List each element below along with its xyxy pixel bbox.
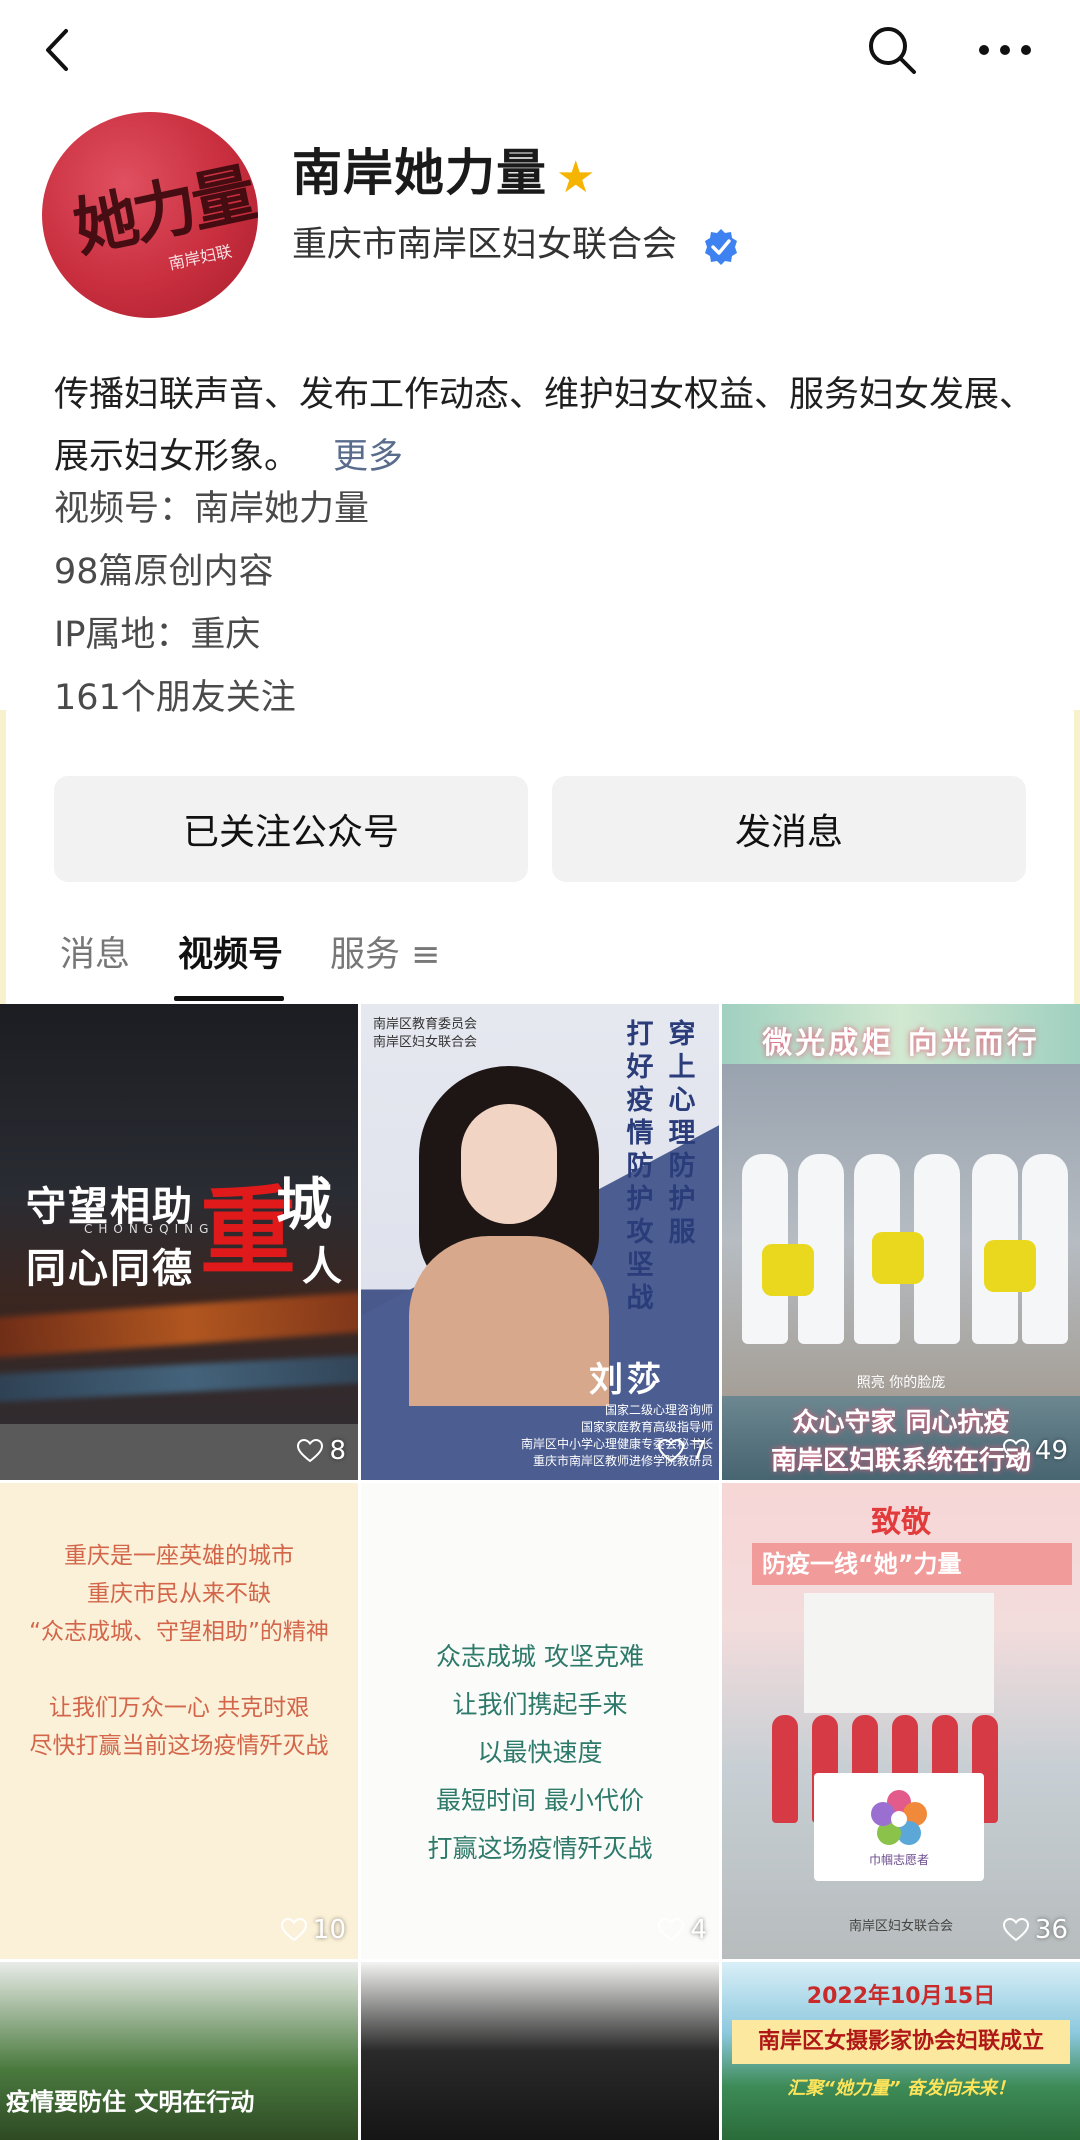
- like-count-value: 4: [690, 1915, 707, 1945]
- like-count: 8: [297, 1436, 346, 1466]
- video-thumbnail[interactable]: 致敬 防疫一线“她”力量 巾帼志愿者 南岸区妇女联合会 36: [722, 1483, 1080, 1959]
- search-icon[interactable]: [862, 20, 922, 80]
- star-icon[interactable]: ★: [556, 156, 600, 200]
- thumbnail-text: 汇聚“她力量” 奋发向未来！: [787, 2078, 1015, 2099]
- thumbnail-text: 穿上心理防护服: [668, 1019, 696, 1248]
- thumbnail-text: 众心守家 同心抗疫: [792, 1408, 1010, 1438]
- thumbnail-text: 重庆是一座英雄的城市 重庆市民从来不缺 “众志成城、守望相助”的精神 让我们万众…: [29, 1543, 329, 1759]
- tab-services[interactable]: 服务 ≡: [330, 938, 440, 973]
- thumbnail-text: 刘莎: [589, 1360, 665, 1400]
- like-count-value: 36: [1034, 1915, 1068, 1945]
- thumbnail-text: 致敬: [871, 1505, 931, 1540]
- back-icon[interactable]: [32, 22, 82, 78]
- top-bar: [0, 0, 1080, 100]
- figure-volunteer: [772, 1715, 798, 1823]
- thumbnail-text: 南岸区教育委员会 南岸区妇女联合会: [373, 1017, 478, 1050]
- more-options-icon[interactable]: [970, 20, 1040, 80]
- content-tabs: 消息 视频号 服务 ≡: [0, 938, 1080, 1004]
- video-thumbnail[interactable]: 2022年10月15日 南岸区女摄影家协会妇联成立 汇聚“她力量” 奋发向未来！: [722, 1962, 1080, 2140]
- heart-icon: [297, 1439, 324, 1463]
- thumbnail-text: 微光成炬 向光而行: [762, 1026, 1040, 1061]
- video-thumbnail[interactable]: 微光成炬 向光而行 照亮 你的脸庞 众心守家 同心抗疫 南岸区妇联系统在行动 4…: [722, 1004, 1080, 1480]
- thumbnail-text: 照亮 你的脸庞: [856, 1375, 946, 1391]
- active-tab-indicator: [174, 996, 284, 1001]
- thumbnail-light-trail: [0, 1353, 358, 1403]
- thumbnail-light-trail: [0, 1289, 358, 1359]
- video-thumbnail[interactable]: 众志成城 攻坚克难 让我们携起手来 以最快速度 最短时间 最小代价 打赢这场疫情…: [361, 1483, 719, 1959]
- ip-location: IP属地：重庆: [54, 615, 261, 655]
- bio-more-link[interactable]: 更多: [333, 437, 403, 477]
- verified-badge-icon: [702, 228, 740, 266]
- figure-bag: [762, 1244, 814, 1296]
- like-count-value: 8: [329, 1436, 346, 1466]
- thumbnail-text: 防疫一线“她”力量: [752, 1543, 1072, 1585]
- bio-text: 传播妇联声音、发布工作动态、维护妇女权益、服务妇女发展、展示妇女形象。: [54, 375, 1035, 477]
- tab-channels[interactable]: 视频号: [178, 938, 283, 973]
- video-thumbnail[interactable]: 守望相助 CHONGQING 同心同德 重 城 人 8: [0, 1004, 358, 1480]
- like-count-value: 10: [312, 1915, 346, 1945]
- thumbnail-text: 打好疫情防护攻坚战: [626, 1019, 654, 1314]
- thumbnail-text: 城: [276, 1173, 332, 1238]
- thumbnail-text: 众志成城 攻坚克难 让我们携起手来 以最快速度 最短时间 最小代价 打赢这场疫情…: [427, 1642, 653, 1863]
- video-thumbnail[interactable]: 疫情要防住 文明在行动: [0, 1962, 358, 2140]
- thumbnail-text: 2022年10月15日: [806, 1984, 996, 2009]
- thumbnail-text: 同心同德: [26, 1246, 194, 1292]
- figure-bag: [984, 1240, 1036, 1292]
- video-thumbnail[interactable]: [361, 1962, 719, 2140]
- portrait-figure: [409, 1066, 609, 1406]
- profile-bio: 传播妇联声音、发布工作动态、维护妇女权益、服务妇女发展、展示妇女形象。 更多: [54, 364, 1044, 488]
- like-count-value: 7: [690, 1436, 707, 1466]
- video-grid: 守望相助 CHONGQING 同心同德 重 城 人 8 南岸区教育委员会 南岸区…: [0, 1004, 1080, 2140]
- like-count: 36: [1002, 1915, 1068, 1945]
- like-count-value: 49: [1034, 1436, 1068, 1466]
- friends-following[interactable]: 161个朋友关注: [54, 681, 296, 716]
- thumbnail-text: 南岸区女摄影家协会妇联成立: [732, 2020, 1070, 2064]
- tab-messages[interactable]: 消息: [60, 938, 130, 973]
- organization-name[interactable]: 重庆市南岸区妇女联合会: [292, 228, 677, 263]
- original-content-count[interactable]: 98篇原创内容: [54, 555, 274, 590]
- figure-bag: [872, 1232, 924, 1284]
- thumbnail-text: CHONGQING: [84, 1222, 215, 1236]
- heart-icon: [280, 1918, 307, 1942]
- video-thumbnail[interactable]: 南岸区教育委员会 南岸区妇女联合会 打好疫情防护攻坚战 穿上心理防护服 刘莎 国…: [361, 1004, 719, 1480]
- like-count: 49: [1002, 1436, 1068, 1466]
- notice-board: [804, 1593, 994, 1713]
- thumbnail-text: 人: [302, 1244, 342, 1290]
- avatar[interactable]: 她力量 南岸妇联: [42, 112, 258, 318]
- send-message-button[interactable]: 发消息: [552, 776, 1026, 882]
- thumbnail-text: 巾帼志愿者: [868, 1853, 929, 1867]
- heart-icon: [1002, 1918, 1029, 1942]
- followed-button[interactable]: 已关注公众号: [54, 776, 528, 882]
- flower-logo-icon: [871, 1790, 927, 1845]
- heart-icon: [658, 1439, 685, 1463]
- like-count: 7: [658, 1436, 707, 1466]
- video-thumbnail[interactable]: 重庆是一座英雄的城市 重庆市民从来不缺 “众志成城、守望相助”的精神 让我们万众…: [0, 1483, 358, 1959]
- heart-icon: [658, 1918, 685, 1942]
- volunteer-banner: 巾帼志愿者: [814, 1773, 984, 1881]
- like-count: 10: [280, 1915, 346, 1945]
- like-count: 4: [658, 1915, 707, 1945]
- account-name: 南岸她力量: [292, 144, 547, 202]
- video-account-link[interactable]: 视频号：南岸她力量: [54, 492, 369, 527]
- heart-icon: [1002, 1439, 1029, 1463]
- thumbnail-text: 疫情要防住 文明在行动: [6, 2088, 255, 2116]
